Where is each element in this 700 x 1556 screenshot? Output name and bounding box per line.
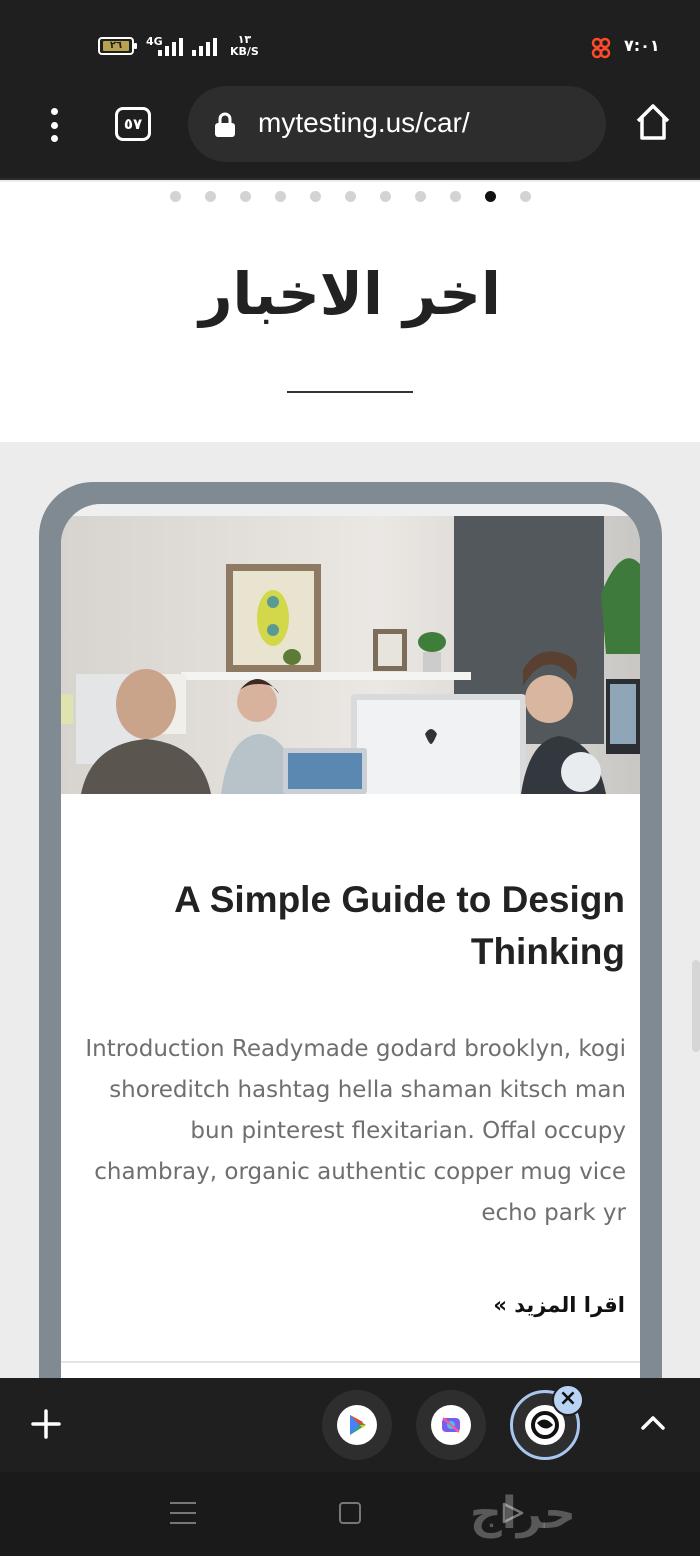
carousel-dot[interactable] bbox=[170, 191, 181, 202]
card-title[interactable]: A Simple Guide to Design Thinking bbox=[81, 874, 625, 978]
signal-strength-icon bbox=[158, 38, 183, 56]
nav-home-icon[interactable] bbox=[339, 1502, 361, 1524]
carousel-dot[interactable] bbox=[520, 191, 531, 202]
read-more-link[interactable]: اقرا المزيد » bbox=[361, 1293, 625, 1317]
carousel-dot[interactable] bbox=[240, 191, 251, 202]
carousel-dot[interactable] bbox=[310, 191, 321, 202]
signal-strength-icon-2 bbox=[192, 38, 217, 56]
address-bar[interactable]: mytesting.us/car/ bbox=[188, 86, 606, 162]
battery-icon: ٢٦ bbox=[98, 37, 137, 55]
watermark-logo: حراج bbox=[470, 1488, 576, 1539]
card-divider bbox=[61, 1361, 640, 1363]
camera-app-icon[interactable] bbox=[416, 1390, 486, 1460]
section-title: اخر الاخبار bbox=[199, 260, 501, 328]
data-speed: ١٣ KB/S bbox=[230, 34, 259, 58]
web-page: اخر الاخبار A Simple Guide to Design Thi… bbox=[0, 182, 700, 1378]
recent-apps-icon[interactable] bbox=[170, 1502, 196, 1524]
more-vert-icon[interactable] bbox=[46, 108, 62, 142]
system-nav-bar: حراج bbox=[0, 1472, 700, 1556]
url-text[interactable]: mytesting.us/car/ bbox=[258, 107, 470, 139]
page-scrollbar[interactable] bbox=[692, 960, 700, 1052]
carousel-dots bbox=[170, 191, 531, 202]
chevron-up-icon[interactable] bbox=[640, 1410, 666, 1436]
carousel-dot[interactable] bbox=[345, 191, 356, 202]
carousel-dot[interactable] bbox=[485, 191, 496, 202]
tab-switcher-button[interactable]: ٥٧ bbox=[115, 107, 151, 141]
office-team-photo[interactable] bbox=[61, 504, 640, 794]
app-notification-icon bbox=[590, 37, 612, 59]
plus-icon[interactable] bbox=[30, 1408, 62, 1440]
carousel-dot[interactable] bbox=[205, 191, 216, 202]
lock-icon bbox=[215, 112, 235, 137]
bottom-app-bar: × bbox=[0, 1378, 700, 1472]
close-icon[interactable]: × bbox=[552, 1384, 584, 1416]
news-header-section: اخر الاخبار bbox=[0, 182, 700, 442]
carousel-dot[interactable] bbox=[415, 191, 426, 202]
google-play-icon[interactable] bbox=[322, 1390, 392, 1460]
carousel-dot[interactable] bbox=[275, 191, 286, 202]
title-divider bbox=[287, 391, 413, 393]
home-icon[interactable] bbox=[634, 102, 672, 142]
carousel-dot[interactable] bbox=[450, 191, 461, 202]
status-bar: ٢٦ 4G ١٣ KB/S ٧:٠١ bbox=[0, 0, 700, 84]
card-excerpt: Introduction Readymade godard brooklyn, … bbox=[85, 1036, 626, 1226]
clock: ٧:٠١ bbox=[624, 36, 660, 55]
browser-toolbar: ٥٧ mytesting.us/car/ bbox=[0, 84, 700, 180]
carousel-dot[interactable] bbox=[380, 191, 391, 202]
data-speed-unit: KB/S bbox=[230, 45, 259, 58]
battery-level: ٢٦ bbox=[109, 40, 123, 51]
news-card[interactable]: A Simple Guide to Design Thinking Introd… bbox=[61, 504, 640, 1378]
